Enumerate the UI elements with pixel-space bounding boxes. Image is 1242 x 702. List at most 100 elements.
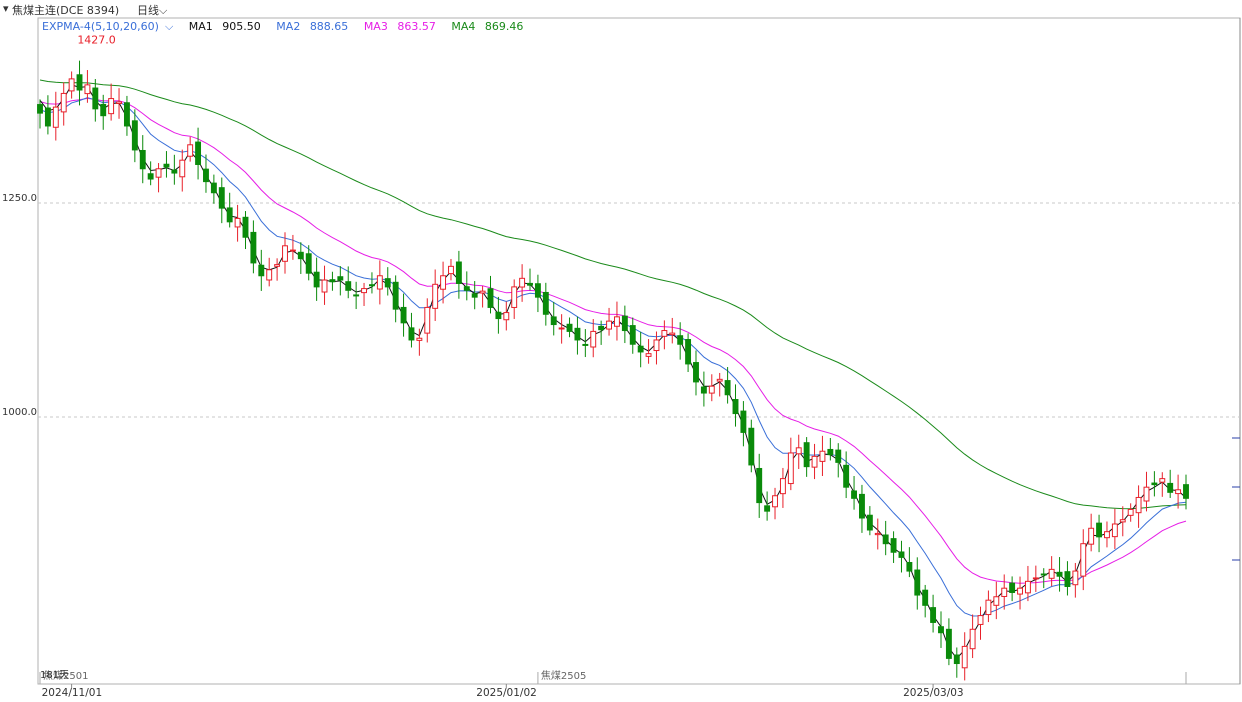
x-tick-label: 2025/03/03 xyxy=(903,687,964,699)
candle xyxy=(321,265,328,305)
candle-body xyxy=(361,288,367,294)
candle-body xyxy=(677,335,684,345)
candle-body xyxy=(1009,582,1016,593)
candle xyxy=(527,268,533,291)
candle xyxy=(329,271,336,291)
candle-body xyxy=(329,279,336,283)
candle-body xyxy=(922,589,929,606)
candle-body xyxy=(226,207,233,223)
candle-body xyxy=(1143,486,1150,502)
candle xyxy=(740,401,747,447)
candle-body xyxy=(835,449,842,463)
candle-body xyxy=(1104,531,1110,539)
candle xyxy=(155,163,162,193)
candle-body xyxy=(305,253,312,274)
x-tick-label: 2024/11/01 xyxy=(42,687,103,699)
candle xyxy=(582,329,589,358)
candle xyxy=(938,611,944,648)
candle xyxy=(76,60,83,106)
candle-body xyxy=(1032,577,1039,580)
candle xyxy=(313,257,320,301)
candle-body xyxy=(250,231,257,264)
candle xyxy=(677,322,684,360)
candle xyxy=(827,437,834,461)
candle-body xyxy=(479,290,486,294)
candle xyxy=(732,384,739,427)
candle-body xyxy=(748,427,755,466)
candle-body xyxy=(661,330,668,337)
y-tick-label: 1250.0 xyxy=(2,193,37,204)
candle xyxy=(218,177,225,224)
candle-body xyxy=(1072,570,1079,586)
candle-body xyxy=(511,286,518,308)
candle xyxy=(1017,576,1023,610)
candle xyxy=(882,520,889,556)
candle-body xyxy=(519,277,526,288)
candle-body xyxy=(52,106,59,128)
candle xyxy=(44,95,51,135)
candle-body xyxy=(1167,482,1174,493)
candle-body xyxy=(637,345,644,353)
candle xyxy=(835,443,842,478)
candle-body xyxy=(60,92,67,113)
candle-body xyxy=(1175,489,1182,495)
candle-body xyxy=(1096,522,1103,538)
candle-body xyxy=(108,98,115,115)
candle xyxy=(424,298,431,343)
candle xyxy=(685,333,692,373)
candle xyxy=(1167,469,1174,498)
candle-body xyxy=(440,275,447,290)
candle xyxy=(803,437,810,477)
candle xyxy=(503,301,510,331)
candle-body xyxy=(1001,587,1008,597)
candle-body xyxy=(147,173,154,180)
candle xyxy=(1135,485,1142,528)
candle xyxy=(250,220,257,274)
ma3-line xyxy=(39,97,1187,584)
candle-body xyxy=(772,495,778,508)
candle-body xyxy=(653,339,660,352)
candle xyxy=(716,372,723,397)
candle xyxy=(961,632,968,681)
candle-body xyxy=(1151,482,1158,486)
candle-body xyxy=(289,249,296,252)
candle xyxy=(52,91,59,141)
candle xyxy=(171,154,178,185)
candle-body xyxy=(930,607,937,623)
candle-body xyxy=(621,315,628,332)
candle-body xyxy=(859,493,865,519)
candle xyxy=(448,258,454,281)
candle xyxy=(645,339,652,364)
price-chart[interactable]: 1250.0 1000.0 2024/11/01 2025/01/02 2025/03/… xyxy=(0,0,1242,702)
candle-body xyxy=(242,216,249,238)
candle xyxy=(1143,471,1150,512)
candle-body xyxy=(487,288,494,308)
candle xyxy=(898,540,905,573)
candle-body xyxy=(400,306,407,324)
candle xyxy=(511,279,518,319)
candle-body xyxy=(234,217,241,228)
candle-body xyxy=(945,628,952,659)
candle-body xyxy=(203,168,209,183)
candle-body xyxy=(282,245,288,262)
candle-body xyxy=(898,551,905,558)
candle-body xyxy=(740,410,747,433)
candle xyxy=(811,443,818,480)
candle-body xyxy=(353,294,360,297)
candle xyxy=(1032,565,1039,592)
candle xyxy=(131,109,138,163)
candle xyxy=(953,647,960,678)
candle-body xyxy=(708,385,715,394)
candle-body xyxy=(566,323,573,332)
candle-body xyxy=(68,78,75,92)
candle-body xyxy=(218,187,225,209)
candle-body xyxy=(598,325,605,331)
candle xyxy=(819,435,826,476)
candle-body xyxy=(1183,484,1189,499)
candle xyxy=(1096,514,1103,553)
candle-body xyxy=(906,562,913,572)
candle xyxy=(550,301,557,336)
candle xyxy=(542,282,549,326)
candle xyxy=(787,437,794,491)
candle-body xyxy=(376,275,383,290)
